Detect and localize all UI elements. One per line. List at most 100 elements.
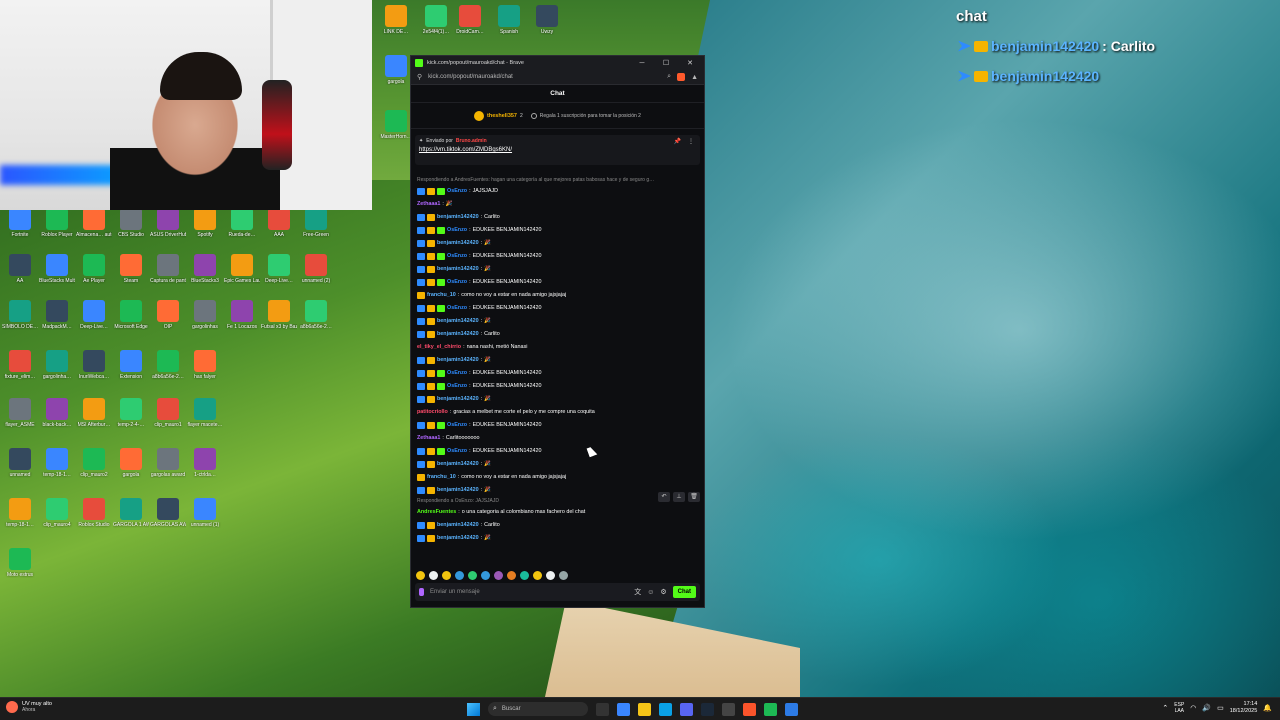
unpin-icon[interactable]: 📌 [674,138,681,145]
chat-username[interactable]: benjamin142420 [437,211,479,224]
chat-message[interactable]: Zethaaa1: Carlitooooooo [417,432,700,445]
chat-message[interactable]: OsEnzo: EDUKEE BENJAMIN142420 [417,445,700,458]
desktop-icon[interactable]: 2e54f4(1)… [418,5,454,35]
notification-bell-icon[interactable]: 🔔 [1263,704,1272,712]
discord-icon[interactable] [680,702,693,716]
maximize-icon[interactable]: ☐ [656,59,676,67]
desktop-icon[interactable]: gargolas award [150,448,186,478]
chat-username[interactable]: benjamin142420 [437,393,479,406]
edge-icon[interactable] [659,702,672,716]
desktop-icon[interactable]: clip_mauro1 [150,398,186,428]
desktop-icon[interactable]: temp-18-1… [2,498,38,528]
chat-message[interactable]: OsEnzo: EDUKEE BENJAMIN142420 [417,367,700,380]
chat-username[interactable]: AndresFuentes [417,506,456,519]
desktop-icon[interactable]: MadpackM… [39,300,75,330]
chat-message[interactable]: benjamin142420: Carlito [417,519,700,532]
emote-icon[interactable] [442,571,451,580]
emote-icon[interactable] [494,571,503,580]
desktop-icon[interactable]: MSI Afterbur… [76,398,112,428]
chat-username[interactable]: OsEnzo [447,380,467,393]
desktop-icon[interactable]: GARGOLA 1 AWARDS [113,498,149,528]
desktop-icon[interactable]: Steam [113,254,149,284]
battery-icon[interactable]: ▭ [1217,704,1224,712]
pinned-link[interactable]: https://vm.tiktok.com/ZMDBgs6KN/ [419,147,696,153]
desktop-icon[interactable]: Captura de pantalla… [150,254,186,284]
chat-username[interactable]: Zethaaa1 [417,198,440,211]
desktop-icon[interactable]: Futsal x3 by Bazinga fro… [261,300,297,330]
spotify-icon[interactable] [764,702,777,716]
chat-username[interactable]: benjamin142420 [437,532,479,545]
chat-username[interactable]: OsEnzo [447,419,467,432]
chat-username[interactable]: Zethaaa1 [417,432,440,445]
desktop-icon[interactable]: Extension [113,350,149,380]
chat-message[interactable]: OsEnzo: JAJSJAJD [417,185,700,198]
desktop-icon[interactable]: clip_mauro4 [39,498,75,528]
chat-message[interactable]: OsEnzo: EDUKEE BENJAMIN142420 [417,250,700,263]
emote-icon[interactable] [546,571,555,580]
emote-icon[interactable] [468,571,477,580]
emote-icon[interactable] [481,571,490,580]
desktop-icon[interactable]: OIP [150,300,186,330]
chat-settings-icon[interactable]: ⚙ [660,588,666,596]
chat-message[interactable]: benjamin142420: 🎉 [417,532,700,545]
emote-icon[interactable] [429,571,438,580]
chat-message[interactable]: benjamin142420: 🎉 [417,354,700,367]
chat-message[interactable]: el_tiky_el_chirrio: nana nashi, metió Nan… [417,341,700,354]
chat-message[interactable]: OsEnzo: EDUKEE BENJAMIN142420 [417,276,700,289]
desktop-icon[interactable]: Spanish [491,5,527,35]
photos-icon[interactable] [785,702,798,716]
emote-icon[interactable] [416,571,425,580]
emote-icon[interactable] [455,571,464,580]
chat-username[interactable]: OsEnzo [447,367,467,380]
desktop-icon[interactable]: gargola [378,55,414,85]
brave-shield-icon[interactable] [677,73,686,81]
desktop-icon[interactable]: Moto estrus [2,548,38,578]
desktop-icon[interactable]: gargolinha… [39,350,75,380]
chat-message[interactable]: benjamin142420: 🎉 [417,393,700,406]
chat-username[interactable]: benjamin142420 [437,519,479,532]
chat-message[interactable]: OsEnzo: EDUKEE BENJAMIN142420 [417,419,700,432]
emote-icon[interactable] [533,571,542,580]
chat-input[interactable]: Enviar un mensaje [430,589,628,595]
desktop-icon[interactable]: BlueStacks Multi-Insta… [39,254,75,284]
widgets-icon[interactable] [617,702,630,716]
desktop-icon[interactable]: gargolinhas [187,300,223,330]
desktop-icon[interactable]: Epic Games Launcher [224,254,260,284]
chat-messages[interactable]: Respondiendo a AndresFuentes: hagan una … [417,176,700,574]
chat-message[interactable]: Zethaaa1: 🎉 [417,198,700,211]
language-indicator[interactable]: ESP LAA [1174,702,1184,714]
desktop-icon[interactable]: temp-18-1… [39,448,75,478]
chat-username[interactable]: benjamin142420 [437,263,479,276]
desktop-icon[interactable]: Spotify [187,208,223,238]
desktop-icon[interactable]: Roblox Player [39,208,75,238]
desktop-icon[interactable]: Free-Green [298,208,334,238]
zoom-search-icon[interactable]: ⌕ [667,73,671,81]
desktop-icon[interactable]: flayer_ASME [2,398,38,428]
chevron-up-icon[interactable]: ⌃ [1162,704,1168,712]
chat-message[interactable]: benjamin142420: Carlito [417,328,700,341]
brave-icon[interactable] [743,702,756,716]
desktop-icon[interactable]: clip_mauro2 [76,448,112,478]
chat-message[interactable]: OsEnzo: EDUKEE BENJAMIN142420 [417,380,700,393]
url-text[interactable]: kick.com/popout/mauroakd/chat [428,74,661,80]
file-explorer-icon[interactable] [638,702,651,716]
desktop-icon[interactable]: Deep-Live… [261,254,297,284]
volume-icon[interactable]: 🔊 [1202,704,1211,712]
desktop-icon[interactable]: Rueda-de… [224,208,260,238]
desktop-icon[interactable]: AA [2,254,38,284]
chat-username[interactable]: OsEnzo [447,445,467,458]
chat-message[interactable]: franchu_10: como no voy a estar en nada a… [417,471,700,484]
delete-icon[interactable]: 🗑 [688,492,700,502]
pin-message-icon[interactable]: ⊥ [673,492,685,502]
chat-message[interactable]: benjamin142420: 🎉 [417,315,700,328]
desktop-icon[interactable]: Ae Player [76,254,112,284]
chat-message[interactable]: benjamin142420: 🎉 [417,237,700,250]
chat-message[interactable]: benjamin142420: 🎉 [417,263,700,276]
desktop-icon[interactable]: temp-2-4-… [113,398,149,428]
desktop-icon[interactable]: fixture_elim… [2,350,38,380]
gift-leader[interactable]: theshell357 2 [474,110,523,121]
emoji-icon[interactable]: ☺ [647,589,654,596]
steam-icon[interactable] [701,702,714,716]
desktop-icon[interactable]: gargola [113,448,149,478]
desktop-icon[interactable]: unnamed (1) [187,498,223,528]
